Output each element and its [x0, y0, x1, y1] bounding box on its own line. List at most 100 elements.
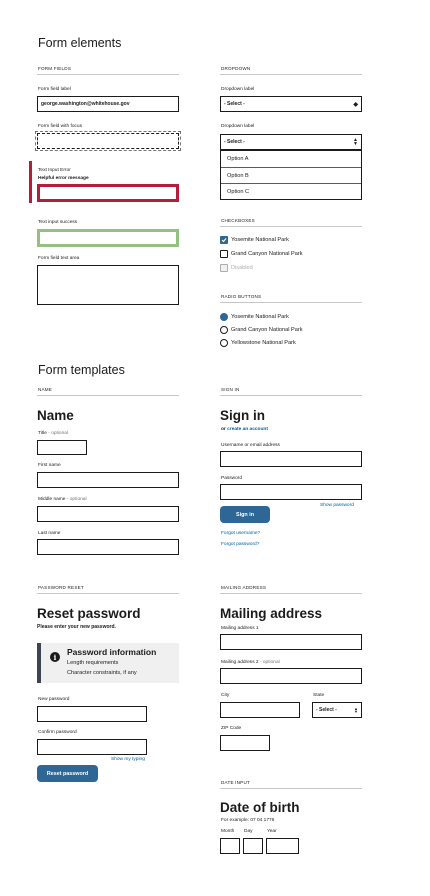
title-label: Title - optional [38, 431, 68, 436]
create-account-line: or create an account [221, 427, 268, 432]
checkbox-yosemite[interactable]: Yosemite National Park [220, 236, 289, 244]
forgot-password-link[interactable]: Forgot password? [221, 542, 259, 547]
dropdown-option[interactable]: Option B [221, 167, 361, 183]
state-value: - Select - [316, 707, 337, 713]
form-elements-title: Form elements [38, 36, 122, 50]
radio-yosemite[interactable]: Yosemite National Park [220, 313, 289, 321]
first-name-label: First name [38, 463, 61, 468]
show-typing-link[interactable]: Show my typing [111, 757, 145, 762]
day-input[interactable] [243, 838, 263, 854]
form-fields-divider [37, 74, 179, 75]
form-templates-title: Form templates [38, 363, 125, 377]
state-label: State [313, 693, 325, 698]
success-field-label: Text input success [38, 220, 78, 225]
checkbox-disabled-icon [220, 264, 228, 272]
sign-in-button[interactable]: Sign in [220, 506, 270, 523]
sign-in-divider [220, 395, 362, 396]
city-input[interactable] [220, 702, 300, 718]
address2-input[interactable] [220, 668, 362, 684]
error-field[interactable] [37, 184, 179, 202]
address1-label: Mailing address 1 [221, 626, 259, 631]
date-input-divider [220, 788, 362, 789]
error-message: Helpful error message [38, 176, 89, 181]
dropdown-option[interactable]: Option A [221, 151, 361, 167]
month-label: Month [221, 829, 235, 834]
textarea-label: Form field text area [38, 256, 80, 261]
password-info-line1: Length requirements [67, 660, 119, 666]
focus-field-label: Form field with focus [38, 124, 82, 129]
sort-arrows-icon: ▲ ▼ [353, 137, 358, 147]
confirm-password-input[interactable] [37, 739, 147, 755]
dropdown-open-value: - Select - [224, 139, 245, 145]
name-heading: Name [37, 408, 74, 423]
checkbox-label: Disabled [231, 265, 253, 271]
sort-arrows-icon: ◆ [353, 101, 358, 108]
date-input-section-label: DATE INPUT [221, 780, 250, 785]
show-password-link[interactable]: Show password [320, 503, 354, 508]
create-account-link[interactable]: create an account [227, 427, 268, 432]
new-password-input[interactable] [37, 706, 147, 722]
dropdown-select[interactable]: - Select - ◆ [220, 96, 362, 112]
dropdown-section-label: DROPDOWN [221, 66, 251, 71]
new-password-label: New password [38, 697, 70, 702]
password-input[interactable] [220, 484, 362, 500]
year-input[interactable] [266, 838, 299, 854]
title-input[interactable] [37, 440, 87, 455]
radio-yellowstone[interactable]: Yellowstone National Park [220, 339, 296, 347]
checkbox-checked-icon [220, 236, 228, 244]
mailing-address-divider [220, 593, 362, 594]
checkbox-label: Grand Canyon National Park [231, 251, 303, 257]
checkbox-label: Yosemite National Park [231, 237, 289, 243]
last-name-input[interactable] [37, 539, 179, 555]
password-reset-divider [37, 593, 179, 594]
radio-label: Yellowstone National Park [231, 340, 296, 346]
checkboxes-section-label: CHECKBOXES [221, 218, 255, 223]
dropdown-label: Dropdown label [221, 87, 255, 92]
reset-password-button[interactable]: Reset password [37, 765, 98, 782]
sign-in-section-label: SIGN IN [221, 387, 240, 392]
success-field[interactable] [37, 229, 179, 247]
username-label: Username or email address [221, 443, 280, 448]
radio-divider [220, 302, 362, 303]
city-label: City [221, 693, 230, 698]
address2-label: Mailing address 2 - optional [221, 660, 280, 665]
mailing-address-heading: Mailing address [220, 606, 323, 621]
address1-input[interactable] [220, 634, 362, 650]
dropdown-options-list: Option A Option B Option C [220, 150, 362, 200]
first-name-input[interactable] [37, 472, 179, 488]
dropdown-open-label: Dropdown label [221, 124, 255, 129]
name-divider [37, 395, 179, 396]
password-info-alert: i Password information Length requiremen… [37, 643, 179, 683]
text-area[interactable] [37, 265, 179, 305]
name-section-label: NAME [38, 387, 53, 392]
forgot-username-link[interactable]: Forgot username? [221, 531, 260, 536]
month-input[interactable] [220, 838, 240, 854]
mailing-address-section-label: MAILING ADDRESS [221, 585, 267, 590]
username-input[interactable] [220, 451, 362, 467]
focus-field[interactable] [35, 131, 181, 151]
radio-grand-canyon[interactable]: Grand Canyon National Park [220, 326, 303, 334]
radio-label: Grand Canyon National Park [231, 327, 303, 333]
dropdown-divider [220, 74, 362, 75]
confirm-password-label: Confirm password [38, 730, 77, 735]
field-label: Form field label [38, 87, 71, 92]
radio-selected-icon [220, 313, 228, 321]
middle-name-input[interactable] [37, 506, 179, 522]
radio-label: Yosemite National Park [231, 314, 289, 320]
zip-input[interactable] [220, 735, 270, 751]
radio-unselected-icon [220, 326, 228, 334]
dropdown-option[interactable]: Option C [221, 183, 361, 199]
sort-arrows-icon: ▲ ▼ [354, 706, 358, 714]
radio-unselected-icon [220, 339, 228, 347]
password-info-title: Password information [67, 647, 157, 657]
state-select[interactable]: - Select - ▲ ▼ [312, 702, 362, 718]
checkboxes-divider [220, 226, 362, 227]
middle-name-label: Middle name - optional [38, 497, 87, 502]
password-label: Password [221, 476, 243, 481]
error-field-label: Text Input Error [38, 168, 71, 173]
checkbox-disabled: Disabled [220, 264, 253, 272]
email-field[interactable]: george.washington@whitehouse.gov [37, 96, 179, 112]
dropdown-open-select[interactable]: - Select - ▲ ▼ [220, 134, 362, 150]
checkbox-grand-canyon[interactable]: Grand Canyon National Park [220, 250, 303, 258]
last-name-label: Last name [38, 531, 61, 536]
